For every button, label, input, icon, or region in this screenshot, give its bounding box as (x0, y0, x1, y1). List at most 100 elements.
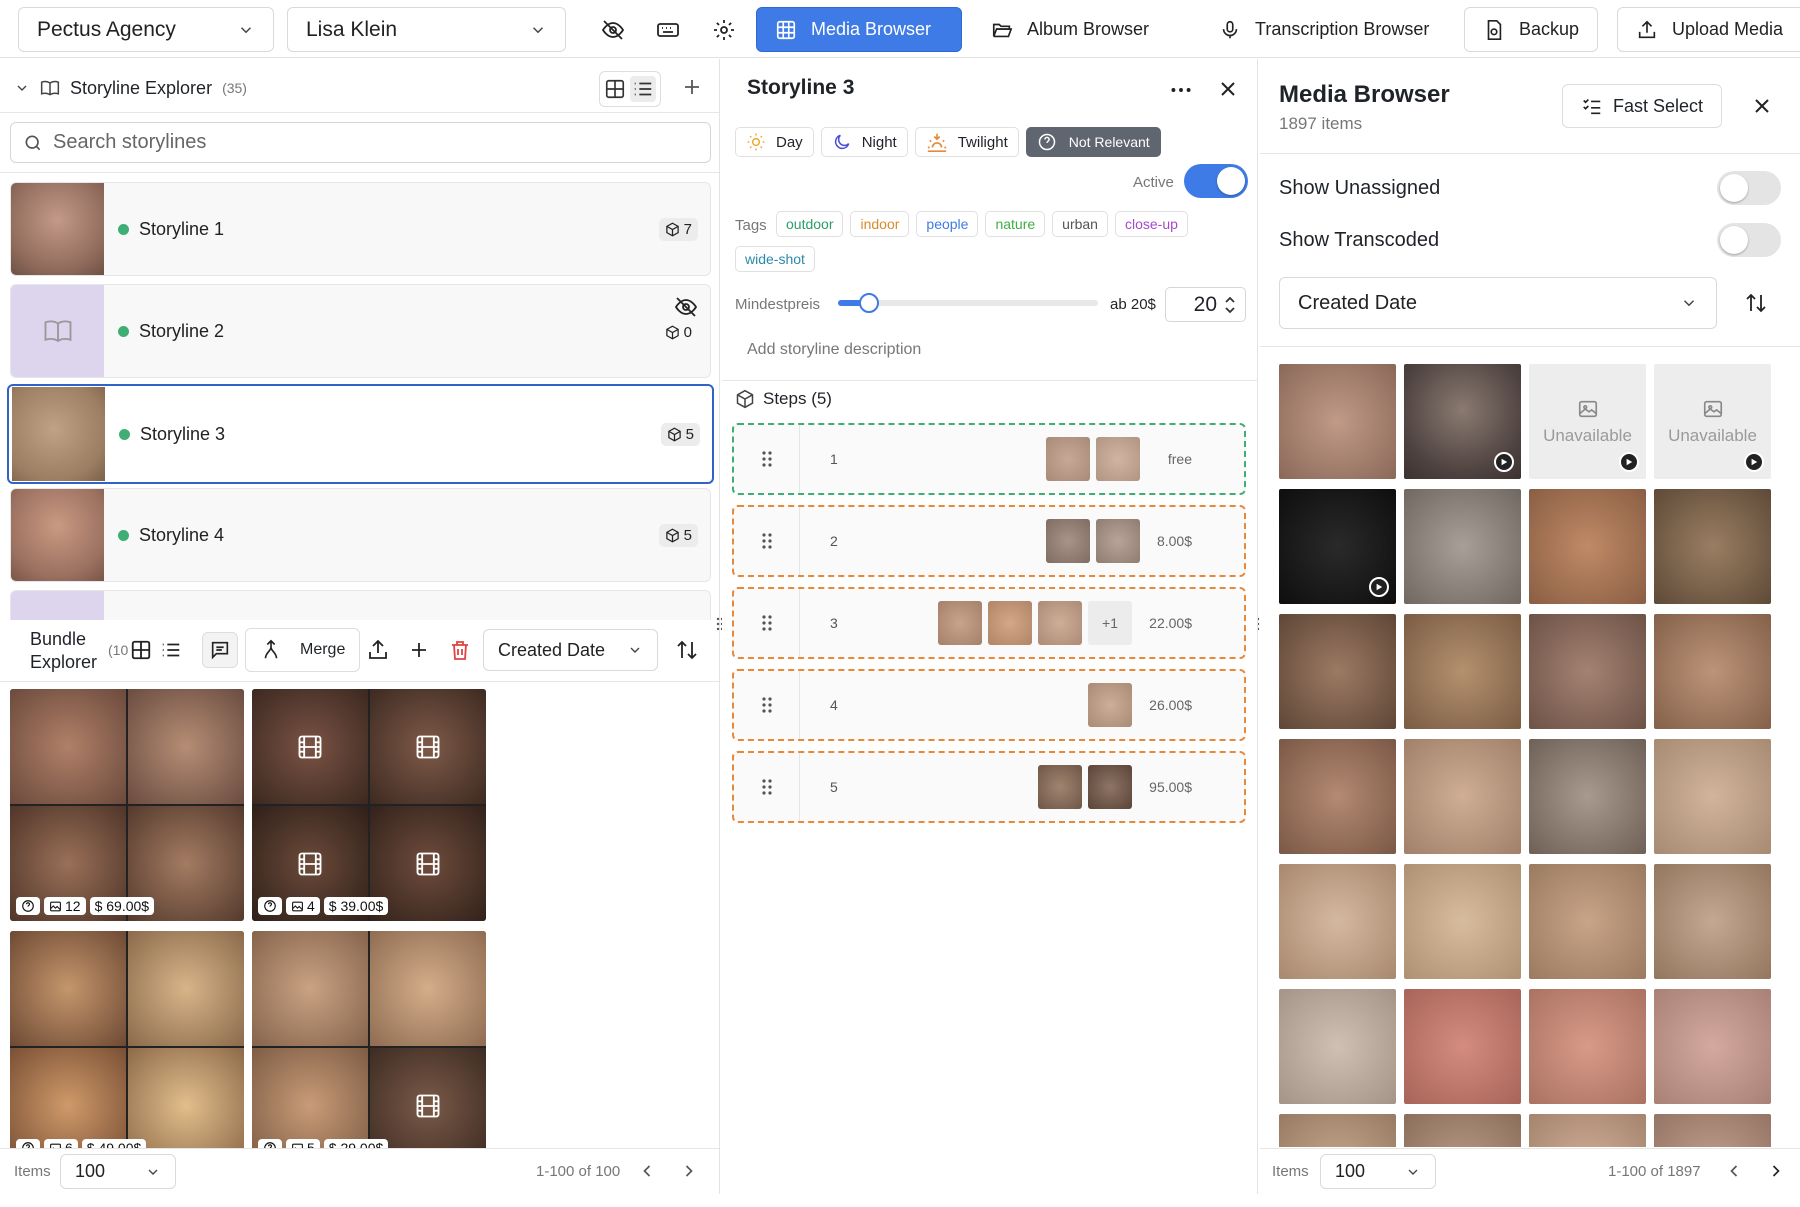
time-tag-night[interactable]: Night (821, 127, 908, 157)
media-thumbnail[interactable] (1279, 739, 1396, 854)
tag-indoor[interactable]: indoor (850, 211, 909, 237)
list-view-icon[interactable] (630, 76, 656, 102)
storyline-row[interactable]: Storyline 2 0 (10, 284, 711, 378)
media-thumbnail[interactable] (1529, 1114, 1646, 1147)
delete-bundle-button[interactable] (448, 638, 472, 662)
tag-wide-shot[interactable]: wide-shot (735, 246, 815, 272)
stepper-icon[interactable] (1223, 294, 1237, 316)
media-thumbnail[interactable] (1529, 614, 1646, 729)
show-unassigned-toggle[interactable] (1717, 171, 1781, 205)
step-row[interactable]: 1 free (732, 423, 1246, 495)
fast-select-button[interactable]: Fast Select (1562, 84, 1722, 128)
tag-close-up[interactable]: close-up (1115, 211, 1188, 237)
media-thumbnail[interactable] (1279, 364, 1396, 479)
time-tag-not-relevant[interactable]: Not Relevant (1026, 127, 1161, 157)
step-row[interactable]: 3 +1 22.00$ (732, 587, 1246, 659)
media-thumbnail[interactable] (1279, 989, 1396, 1104)
drag-handle-icon[interactable] (734, 425, 800, 493)
drag-handle-icon[interactable] (734, 589, 800, 657)
media-thumbnail[interactable] (1279, 1114, 1396, 1147)
media-thumbnail[interactable] (1279, 864, 1396, 979)
media-thumbnail[interactable] (1654, 1114, 1771, 1147)
step-row[interactable]: 4 26.00$ (732, 669, 1246, 741)
media-sort-direction-button[interactable] (1744, 291, 1768, 315)
keyboard-button[interactable] (650, 12, 686, 48)
bundle-card[interactable]: 6 $ 49.00$ (10, 931, 244, 1163)
media-thumbnail[interactable] (1404, 739, 1521, 854)
add-storyline-button[interactable] (680, 75, 704, 99)
page-size-select[interactable]: 100 (1320, 1154, 1436, 1189)
add-bundle-button[interactable] (407, 638, 431, 662)
media-thumbnail[interactable] (1654, 739, 1771, 854)
more-options-button[interactable] (1168, 77, 1194, 103)
backup-button[interactable]: Backup (1464, 7, 1598, 52)
media-thumbnail[interactable] (1529, 864, 1646, 979)
close-detail-button[interactable] (1216, 77, 1240, 101)
media-browser-button[interactable]: Media Browser (756, 7, 962, 52)
storyline-row-partial[interactable] (10, 590, 711, 620)
step-row[interactable]: 2 8.00$ (732, 505, 1246, 577)
description-placeholder[interactable]: Add storyline description (747, 341, 921, 359)
media-unavailable[interactable]: Unavailable (1529, 364, 1646, 479)
media-thumbnail[interactable] (1279, 614, 1396, 729)
storyline-row[interactable]: Storyline 4 5 (10, 488, 711, 582)
drag-handle-icon[interactable] (734, 507, 800, 575)
grid-view-icon[interactable] (130, 639, 152, 661)
bundle-card[interactable]: 4 $ 39.00$ (252, 689, 486, 921)
media-thumbnail[interactable] (1404, 864, 1521, 979)
close-media-browser-button[interactable] (1750, 94, 1774, 118)
min-price-input[interactable]: 20 (1165, 287, 1246, 322)
bundle-sort-select[interactable]: Created Date (483, 629, 658, 671)
media-thumbnail[interactable] (1654, 614, 1771, 729)
media-thumbnail[interactable] (1529, 739, 1646, 854)
page-size-select[interactable]: 100 (60, 1154, 176, 1189)
time-tag-day[interactable]: Day (735, 127, 814, 157)
prev-page-button[interactable] (1724, 1161, 1744, 1181)
media-thumbnail[interactable] (1404, 489, 1521, 604)
drag-handle-icon[interactable] (734, 753, 800, 821)
merge-button[interactable]: Merge (245, 628, 360, 672)
list-view-icon[interactable] (160, 639, 182, 661)
sort-direction-button[interactable] (675, 638, 699, 662)
active-toggle[interactable] (1184, 164, 1248, 198)
tag-urban[interactable]: urban (1052, 211, 1108, 237)
tag-outdoor[interactable]: outdoor (776, 211, 843, 237)
step-row[interactable]: 5 95.00$ (732, 751, 1246, 823)
bundle-card[interactable]: 5 $ 29.00$ (252, 931, 486, 1163)
media-thumbnail[interactable] (1404, 364, 1521, 479)
media-thumbnail[interactable] (1654, 989, 1771, 1104)
slider-handle[interactable] (859, 293, 879, 313)
album-browser-button[interactable]: Album Browser (973, 7, 1167, 52)
grid-view-icon[interactable] (604, 78, 626, 100)
settings-button[interactable] (706, 12, 742, 48)
agency-select[interactable]: Pectus Agency (18, 7, 274, 52)
show-transcoded-toggle[interactable] (1717, 223, 1781, 257)
media-thumbnail[interactable] (1279, 489, 1396, 604)
tag-nature[interactable]: nature (985, 211, 1045, 237)
min-price-slider[interactable] (838, 300, 1098, 306)
media-thumbnail[interactable] (1529, 489, 1646, 604)
media-unavailable[interactable]: Unavailable (1654, 364, 1771, 479)
media-thumbnail[interactable] (1404, 1114, 1521, 1147)
prev-page-button[interactable] (637, 1161, 657, 1181)
media-thumbnail[interactable] (1654, 864, 1771, 979)
storyline-search[interactable]: Search storylines (10, 122, 711, 163)
user-select[interactable]: Lisa Klein (287, 7, 566, 52)
media-thumbnail[interactable] (1404, 989, 1521, 1104)
collapse-chevron-icon[interactable] (14, 80, 30, 96)
storyline-row-selected[interactable]: Storyline 3 5 (7, 384, 714, 484)
comments-button[interactable] (202, 632, 238, 668)
media-thumbnail[interactable] (1404, 614, 1521, 729)
media-thumbnail[interactable] (1529, 989, 1646, 1104)
drag-handle-icon[interactable] (734, 671, 800, 739)
transcription-browser-button[interactable]: Transcription Browser (1201, 7, 1447, 52)
media-sort-select[interactable]: Created Date (1279, 277, 1717, 329)
media-thumbnail[interactable] (1654, 489, 1771, 604)
next-page-button[interactable] (1766, 1161, 1786, 1181)
next-page-button[interactable] (679, 1161, 699, 1181)
storyline-row[interactable]: Storyline 1 7 (10, 182, 711, 276)
time-tag-twilight[interactable]: Twilight (915, 127, 1019, 157)
tag-people[interactable]: people (916, 211, 978, 237)
bundle-card[interactable]: 12 $ 69.00$ (10, 689, 244, 921)
upload-media-button[interactable]: Upload Media (1617, 7, 1800, 52)
